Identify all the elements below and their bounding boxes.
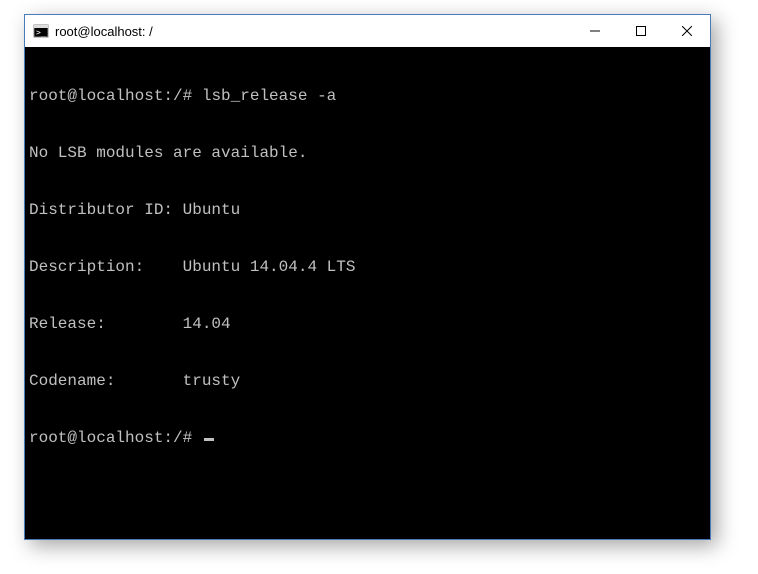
cursor-icon (204, 438, 214, 441)
terminal-line: root@localhost:/# (29, 429, 706, 448)
svg-text:>_: >_ (36, 28, 46, 37)
terminal-window: >_ root@localhost: / roo (24, 14, 711, 540)
prompt: root@localhost:/# (29, 429, 192, 447)
terminal-line: Description: Ubuntu 14.04.4 LTS (29, 258, 706, 277)
terminal-line: Release: 14.04 (29, 315, 706, 334)
terminal-line: No LSB modules are available. (29, 144, 706, 163)
titlebar[interactable]: >_ root@localhost: / (25, 15, 710, 47)
maximize-button[interactable] (618, 15, 664, 47)
minimize-button[interactable] (572, 15, 618, 47)
terminal-line: Distributor ID: Ubuntu (29, 201, 706, 220)
terminal-line: Codename: trusty (29, 372, 706, 391)
terminal-body[interactable]: root@localhost:/# lsb_release -a No LSB … (25, 47, 710, 539)
command-text: lsb_release -a (202, 87, 336, 105)
window-title: root@localhost: / (55, 24, 572, 39)
terminal-app-icon: >_ (33, 23, 49, 39)
window-controls (572, 15, 710, 47)
prompt: root@localhost:/# (29, 87, 192, 105)
close-button[interactable] (664, 15, 710, 47)
terminal-line: root@localhost:/# lsb_release -a (29, 87, 706, 106)
